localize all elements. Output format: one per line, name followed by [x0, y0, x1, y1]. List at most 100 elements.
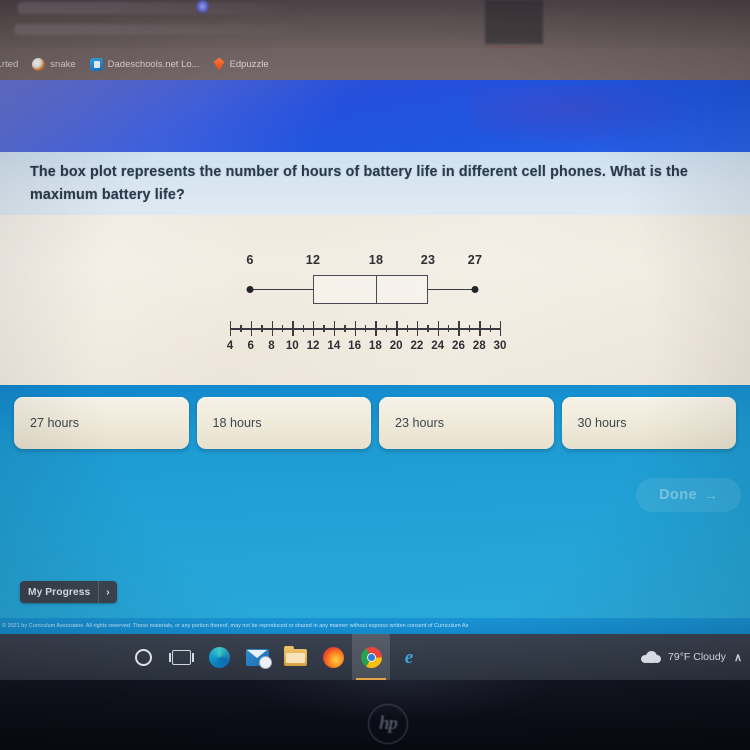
taskbar-edge-button[interactable] — [200, 634, 238, 680]
number-line-major-tick — [250, 321, 253, 336]
address-bar-ghost[interactable] — [14, 24, 304, 35]
answer-option-3-label: 23 hours — [395, 416, 445, 430]
number-line-tick-label: 6 — [247, 339, 254, 352]
number-line-major-tick — [333, 321, 336, 336]
number-line-tick-label: 30 — [493, 339, 507, 352]
browser-tab-ghost[interactable] — [18, 2, 288, 14]
number-line-minor-tick — [240, 325, 242, 332]
number-line-major-tick — [375, 321, 377, 336]
boxplot-median-line — [376, 275, 378, 304]
number-line-minor-tick — [302, 325, 305, 332]
internet-explorer-icon: e — [404, 646, 414, 668]
bookmark-dadeschools[interactable]: Dadeschools.net Lo... — [89, 57, 200, 71]
answer-option-1[interactable]: 27 hours — [14, 397, 189, 449]
number-line-major-tick — [396, 321, 398, 336]
weather-widget[interactable]: 79°F Cloudy — [641, 651, 726, 663]
done-button[interactable]: Done → — [636, 478, 741, 512]
number-line-major-tick — [292, 321, 294, 336]
bookmarks-bar: ...rted snake Dadeschools.net Lo... Edpu… — [0, 48, 750, 80]
chevron-right-icon: › — [106, 586, 110, 598]
number-line-tick-label: 20 — [389, 339, 403, 352]
tab-favicon-icon — [196, 0, 209, 13]
weather-label: 79°F Cloudy — [668, 651, 726, 663]
boxplot-max-dot — [471, 286, 479, 293]
taskbar-icon-group: e — [124, 634, 428, 680]
number-line-tick-label: 10 — [285, 339, 299, 352]
answer-option-3[interactable]: 23 hours — [379, 397, 554, 449]
number-line-tick-label: 14 — [327, 339, 341, 352]
boxplot-box — [313, 275, 428, 304]
cloud-icon — [641, 651, 662, 663]
number-line-minor-tick — [365, 325, 367, 332]
number-line-major-tick — [230, 321, 232, 336]
taskbar-cortana-button[interactable] — [124, 634, 162, 680]
boxplot-label-median: 18 — [368, 253, 384, 267]
number-line-minor-tick — [406, 325, 408, 332]
screen-glare-left — [0, 80, 470, 152]
bookmark-imported[interactable]: ...rted — [0, 59, 18, 70]
bookmark-snake-label: snake — [50, 58, 76, 70]
bookmark-edpuzzle[interactable]: Edpuzzle — [213, 57, 269, 71]
my-progress-label: My Progress — [28, 586, 91, 598]
chrome-icon — [360, 646, 382, 668]
snake-favicon-icon — [32, 57, 46, 71]
chevron-up-icon[interactable]: ∧ — [734, 651, 742, 664]
question-band: The box plot represents the number of ho… — [0, 152, 750, 215]
answer-option-2-label: 18 hours — [212, 416, 262, 430]
taskbar-file-explorer-button[interactable] — [276, 634, 314, 680]
screen-glare-right — [470, 86, 700, 146]
my-progress-button[interactable]: My Progress › — [20, 581, 117, 603]
number-line-minor-tick — [323, 325, 325, 332]
file-explorer-icon — [283, 645, 307, 666]
taskbar-chrome-button[interactable] — [352, 634, 390, 680]
number-line-minor-tick — [261, 325, 263, 332]
cortana-icon — [134, 648, 152, 666]
answer-option-4[interactable]: 30 hours — [561, 397, 736, 449]
question-text: The box plot represents the number of ho… — [30, 164, 688, 204]
laptop-screen: ...rted snake Dadeschools.net Lo... Edpu… — [0, 0, 750, 680]
number-line-minor-tick — [281, 325, 284, 332]
number-line-tick-label: 28 — [472, 339, 486, 352]
taskbar-task-view-button[interactable] — [162, 634, 200, 680]
answer-option-2[interactable]: 18 hours — [196, 397, 371, 449]
bookmark-edpuzzle-label: Edpuzzle — [229, 58, 269, 70]
answer-option-1-label: 27 hours — [30, 416, 80, 430]
legal-footer: © 2021 by Curriculum Associates. All rig… — [0, 618, 750, 634]
number-line-tick-label: 4 — [226, 339, 234, 352]
windows-taskbar: e 79°F Cloudy ∧ — [0, 634, 750, 680]
bookmark-dadeschools-label: Dadeschools.net Lo... — [107, 58, 200, 70]
edpuzzle-favicon-icon — [213, 57, 225, 71]
taskbar-mail-button[interactable] — [238, 634, 276, 680]
done-button-label: Done — [659, 487, 697, 503]
boxplot-label-max: 27 — [467, 253, 483, 267]
boxplot-label-min: 6 — [246, 253, 254, 267]
task-view-icon — [168, 649, 194, 665]
laptop-bezel: hp — [0, 680, 750, 750]
taskbar-firefox-button[interactable] — [314, 634, 352, 680]
number-line-tick-label: 16 — [348, 339, 362, 352]
number-line-tick-label: 8 — [268, 339, 275, 352]
bookmark-imported-label: ...rted — [0, 58, 19, 70]
number-line-minor-tick — [468, 325, 471, 332]
taskbar-internet-explorer-button[interactable]: e — [390, 634, 428, 680]
bookmark-snake[interactable]: snake — [32, 57, 76, 71]
boxplot-label-q1: 12 — [305, 253, 321, 267]
number-line-tick-label: 18 — [368, 339, 382, 352]
answer-option-4-label: 30 hours — [577, 416, 627, 430]
box-plot-figure: 6 12 18 23 27 4 6 8 10 12 14 16 18 20 22 24 26 28 30 — [226, 253, 507, 363]
chrome-glare-box — [485, 0, 543, 44]
boxplot-label-q3: 23 — [420, 253, 436, 267]
answer-options-row: 27 hours 18 hours 23 hours 30 hours — [14, 397, 736, 449]
number-line-major-tick — [354, 321, 356, 336]
arrow-right-icon: → — [703, 487, 718, 503]
number-line-minor-tick — [344, 325, 346, 332]
app-header-band — [0, 80, 750, 152]
number-line: 4 6 8 10 12 14 16 18 20 22 24 26 28 30 — [226, 320, 506, 360]
number-line-major-tick — [416, 321, 419, 336]
number-line-major-tick — [313, 321, 315, 336]
taskbar-tray: 79°F Cloudy ∧ — [641, 634, 742, 680]
number-line-minor-tick — [385, 325, 388, 332]
number-line-tick-label: 22 — [410, 339, 424, 352]
boxplot-whisker-right — [428, 289, 475, 291]
number-line-tick-label: 12 — [306, 339, 320, 352]
